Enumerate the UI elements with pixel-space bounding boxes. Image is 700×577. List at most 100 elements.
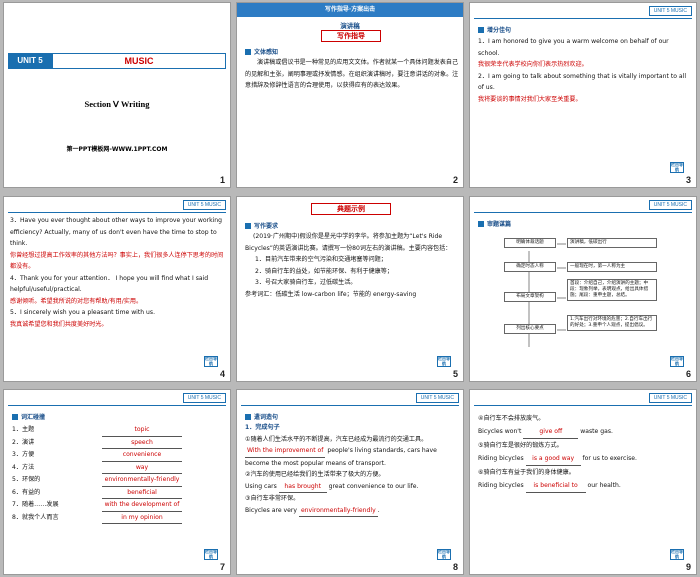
bullet-square-icon <box>12 413 18 420</box>
section-heading: 增分佳句 <box>478 25 511 34</box>
sentence-en: 3．Have you ever thought about other ways… <box>10 217 223 247</box>
answer-blank: environmentally-friendly <box>298 505 378 517</box>
task-point: 3．号召大家骑自行车，过低碳生活。 <box>255 279 357 286</box>
exercise-cn: ①随着人们生活水平的不断提高，汽车已经成为最流行的交通工具。 <box>245 435 428 443</box>
divider <box>8 212 226 213</box>
exercise-en: Riding bicycles is a good way for us to … <box>478 452 692 466</box>
sentence-cn: 感谢倾听。希望我所说的对您有帮助/有用/实用。 <box>10 297 143 305</box>
body-text: 演讲稿或倡议书是一种常见的应用文文体。作者就某一个具体问题发表自己的见解和主张，… <box>245 59 459 89</box>
slide-7[interactable]: UNIT 5 MUSIC 词汇碰撞 1．主题 topic 2．演讲 speech 3… <box>3 389 231 575</box>
sentence-cn: 我将要谈的事情对我们大家至关重要。 <box>478 95 582 103</box>
flow-step: 明确体裁话题 <box>504 238 556 248</box>
divider <box>474 18 692 19</box>
exercise-cn: ④自行车不会排放废气。 <box>478 415 545 422</box>
section-heading: 写作要求 <box>245 221 278 230</box>
slide-number: 3 <box>685 175 691 185</box>
unit-label: UNIT 5 MUSIC <box>648 6 692 16</box>
vocab-item: 1．主题 topic <box>12 424 224 437</box>
slide-number: 1 <box>219 175 225 185</box>
sentence-list: 3．Have you ever thought about other ways… <box>10 215 226 330</box>
slide-number: 9 <box>685 562 691 572</box>
slide-8[interactable]: UNIT 5 MUSIC 遣词造句 1．完成句子 ①随着人们生活水平的不断提高，… <box>236 389 464 575</box>
exercise-en: Bicycles won't give off waste gas. <box>478 425 692 439</box>
section-heading: 文体感知 <box>245 47 278 56</box>
exercise-list: ④自行车不会排放废气。 Bicycles won't give off wast… <box>478 412 692 493</box>
slide-1[interactable]: UNIT 5 MUSIC Section Ⅴ Writing 第一PPT模板网-… <box>3 2 231 188</box>
vocab-item: 7．随着……发展 with the development of <box>12 499 224 512</box>
title-bar: MUSIC <box>52 53 226 69</box>
vocab-list: 1．主题 topic 2．演讲 speech 3．方便 convenience 4．方… <box>12 424 224 524</box>
slide-2[interactable]: 写作指导·方案出击 演讲稿 写作指导 文体感知 演讲稿或倡议书是一种常见的应用文… <box>236 2 464 188</box>
back-nav-button[interactable]: 栏目导航 <box>670 162 684 173</box>
task-text: (2019·广州期中)假设你是星光中学的李华。将参加主题为“Let's Ride… <box>245 231 459 300</box>
slide-number: 2 <box>452 175 458 185</box>
sentence-en: 1．I am honored to give you a warm welcom… <box>478 38 669 57</box>
vocab-item: 2．演讲 speech <box>12 437 224 449</box>
bullet-square-icon <box>245 413 251 420</box>
back-nav-button[interactable]: 栏目导航 <box>437 549 451 560</box>
back-nav-button[interactable]: 栏目导航 <box>204 356 218 367</box>
slide-6[interactable]: UNIT 5 MUSIC 审题谋篇 明确体裁话题 确定时态人称 布局文章架构 列… <box>469 196 697 382</box>
flow-result: 首段：介绍自己，介绍演讲的主题；中段：现象列举，表明观点，给出具体措施；尾段：重… <box>567 279 657 301</box>
back-nav-button[interactable]: 栏目导航 <box>204 549 218 560</box>
exercise-en: Using cars has brought great convenience… <box>245 481 459 493</box>
slide-number: 8 <box>452 562 458 572</box>
answer-blank: give off <box>523 425 579 439</box>
vocab-item: 8．就我个人而言 in my opinion <box>12 512 224 524</box>
exercise-en: Riding bicycles is beneficial to our hea… <box>478 479 692 493</box>
slide-5[interactable]: 典题示例 写作要求 (2019·广州期中)假设你是星光中学的李华。将参加主题为“… <box>236 196 464 382</box>
exercise-subtitle: 1．完成句子 <box>245 424 280 431</box>
guide-title: 写作指导 <box>321 30 381 42</box>
unit-label: UNIT 5 MUSIC <box>182 393 226 403</box>
exercise-en: With the improvement of people's living … <box>245 445 437 467</box>
flow-result: 一般现在时，第一人称为主 <box>567 262 657 272</box>
vocab-item: 6．有益的 beneficial <box>12 487 224 499</box>
exercise-en: Bicycles are very environmentally-friend… <box>245 505 459 517</box>
flow-step: 确定时态人称 <box>504 262 556 272</box>
unit-tab: UNIT 5 <box>8 53 52 69</box>
answer-blank: With the improvement of <box>245 445 326 458</box>
bullet-square-icon <box>478 26 484 33</box>
slide-3[interactable]: UNIT 5 MUSIC 增分佳句 1．I am honored to give… <box>469 2 697 188</box>
divider <box>8 405 226 406</box>
back-nav-button[interactable]: 栏目导航 <box>437 356 451 367</box>
sentence-cn: 我真诚希望您和我们共度美好时光。 <box>10 320 108 328</box>
bullet-square-icon <box>245 222 251 229</box>
exercise-cn: ③自行车非常环保。 <box>245 495 300 502</box>
slide-number: 5 <box>452 369 458 379</box>
sentence-en: 4．Thank you for your attention． I hope y… <box>10 274 209 294</box>
slide-4[interactable]: UNIT 5 MUSIC 3．Have you ever thought abo… <box>3 196 231 382</box>
flow-step: 布局文章架构 <box>504 292 556 302</box>
task-point: 1．目前汽车带来的空气污染和交通堵塞等问题； <box>255 256 387 263</box>
divider <box>474 405 692 406</box>
answer-blank: has brought <box>278 481 327 493</box>
back-nav-button[interactable]: 栏目导航 <box>670 549 684 560</box>
reference-words: 参考词汇：低碳生活 low-carbon life；节能的 energy-sav… <box>245 290 417 298</box>
exercise-cn: ⑤骑自行车是很好的锻炼方式。 <box>478 442 563 449</box>
vocab-item: 5．环保的 environmentally-friendly <box>12 474 224 487</box>
watermark: 第一PPT模板网-WWW.1PPT.COM <box>66 146 168 153</box>
slide-number: 4 <box>219 369 225 379</box>
example-title: 典题示例 <box>311 203 391 215</box>
slide-number: 7 <box>219 562 225 572</box>
banner: 写作指导·方案出击 <box>237 3 463 17</box>
divider <box>241 405 459 406</box>
section-heading: 词汇碰撞 <box>12 412 45 421</box>
unit-label: UNIT 5 MUSIC <box>415 393 459 403</box>
section-heading: 遣词造句 <box>245 412 278 421</box>
back-nav-button[interactable]: 栏目导航 <box>670 356 684 367</box>
flow-result: 1.汽车出行对环境的危害；2.自行车出行的好处；3.重申个人观点，提出倡议。 <box>567 315 657 331</box>
flow-step: 列出核心要点 <box>504 324 556 334</box>
vocab-item: 3．方便 convenience <box>12 449 224 462</box>
task-body: (2019·广州期中)假设你是星光中学的李华。将参加主题为“Let's Ride… <box>245 233 452 252</box>
bullet-square-icon <box>245 48 251 55</box>
exercise-cn: ⑥骑自行车有益于我们的身体健康。 <box>478 469 575 476</box>
slide-number: 6 <box>685 369 691 379</box>
exercise-list: 1．完成句子 ①随着人们生活水平的不断提高，汽车已经成为最流行的交通工具。 Wi… <box>245 422 459 517</box>
sentence-cn: 你曾经想过提高工作效率的其他方法吗？事实上，我们很多人连停下思考的时间都没有。 <box>10 251 224 271</box>
sentence-cn: 我很荣幸代表学校向你们表示热烈欢迎。 <box>478 61 588 68</box>
sentence-en: 2．I am going to talk about something tha… <box>478 72 687 92</box>
slide-9[interactable]: UNIT 5 MUSIC ④自行车不会排放废气。 Bicycles won't … <box>469 389 697 575</box>
unit-label: UNIT 5 MUSIC <box>648 393 692 403</box>
unit-label: UNIT 5 MUSIC <box>182 200 226 210</box>
